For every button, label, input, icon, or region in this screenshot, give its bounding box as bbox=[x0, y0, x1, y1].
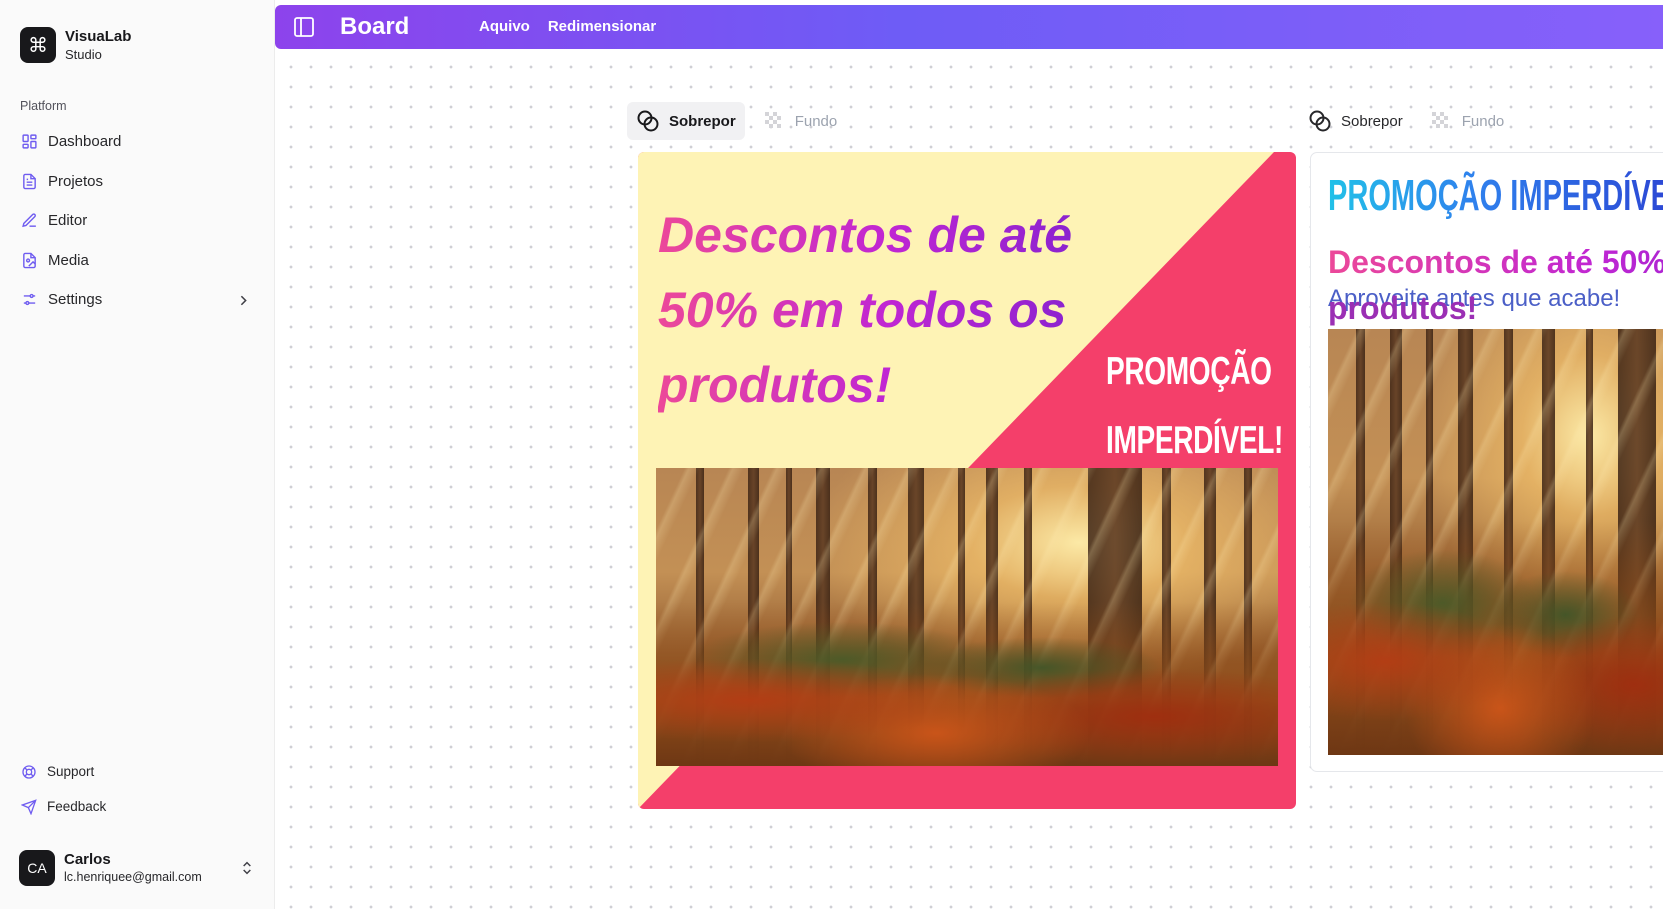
send-icon bbox=[21, 798, 37, 815]
sidebar-item-feedback[interactable]: Feedback bbox=[14, 789, 262, 824]
frame2-headline-line2[interactable]: produtos! bbox=[1328, 284, 1477, 332]
sidebar-item-label: Support bbox=[47, 764, 95, 779]
chevron-right-icon[interactable] bbox=[235, 292, 252, 309]
frame1-tabs: Sobrepor Fundo bbox=[627, 102, 846, 140]
sidebar-item-settings[interactable]: Settings bbox=[14, 280, 262, 320]
sidebar-footer-nav: Support Feedback bbox=[14, 754, 262, 824]
frame2-headline-line1[interactable]: Descontos de até 50% em todos os bbox=[1328, 238, 1663, 286]
board-canvas[interactable]: Sobrepor Fundo Descontos de até 50% em t… bbox=[275, 49, 1663, 909]
frame1-promo-text[interactable]: PROMOÇÃO IMPERDÍVEL! bbox=[1106, 337, 1283, 475]
header-menu: Aquivo Redimensionar bbox=[479, 18, 656, 35]
frame2-tabs: Sobrepor Fundo bbox=[1299, 102, 1513, 140]
sidebar-item-label: Media bbox=[48, 251, 89, 269]
user-email: lc.henriquee@gmail.com bbox=[64, 869, 202, 884]
overlay-circles-icon bbox=[637, 110, 659, 132]
brand-switcher[interactable]: ⌘ VisuaLab Studio bbox=[20, 27, 131, 63]
page-title: Board bbox=[340, 13, 410, 40]
grid-icon bbox=[22, 134, 37, 149]
forest-image[interactable] bbox=[1328, 329, 1663, 755]
sidebar-item-media[interactable]: Media bbox=[14, 241, 262, 281]
tab-label: Fundo bbox=[1461, 112, 1505, 130]
design-frame-1[interactable]: Descontos de até 50% em todos os produto… bbox=[638, 152, 1296, 809]
sidebar-toggle-icon[interactable] bbox=[292, 15, 316, 39]
frame2-promo-title[interactable]: PROMOÇÃO IMPERDÍVEL! bbox=[1328, 169, 1663, 223]
command-logo-icon: ⌘ bbox=[20, 27, 56, 63]
menu-redimensionar[interactable]: Redimensionar bbox=[548, 18, 656, 35]
pen-icon bbox=[22, 213, 36, 228]
tab-label: Fundo bbox=[794, 112, 838, 130]
frame1-headline[interactable]: Descontos de até 50% em todos os produto… bbox=[658, 198, 1118, 423]
tab-sobrepor[interactable]: Sobrepor bbox=[627, 102, 745, 140]
tab-label: Sobrepor bbox=[1341, 112, 1403, 130]
overlay-circles-icon bbox=[1309, 110, 1331, 132]
tab-fundo[interactable]: Fundo bbox=[753, 102, 847, 140]
brand-name: VisuaLab bbox=[65, 28, 132, 45]
nav-group-label: Platform bbox=[20, 99, 67, 113]
lifebuoy-icon bbox=[22, 764, 36, 779]
top-header: Board Aquivo Redimensionar bbox=[275, 5, 1663, 49]
avatar: CA bbox=[19, 850, 55, 886]
tab-label: Sobrepor bbox=[669, 112, 736, 130]
file-icon bbox=[23, 173, 36, 190]
chevrons-up-down-icon[interactable] bbox=[239, 860, 255, 876]
tab-sobrepor[interactable]: Sobrepor bbox=[1299, 102, 1412, 140]
sidebar-nav: Dashboard Projetos Editor Media Settings bbox=[14, 122, 262, 320]
sidebar-item-dashboard[interactable]: Dashboard bbox=[14, 122, 262, 162]
sidebar: ⌘ VisuaLab Studio Platform Dashboard Pro… bbox=[0, 0, 275, 909]
image-file-icon bbox=[23, 252, 36, 269]
sidebar-item-projetos[interactable]: Projetos bbox=[14, 162, 262, 202]
checkerboard-icon bbox=[1431, 112, 1448, 128]
menu-aquivo[interactable]: Aquivo bbox=[479, 18, 530, 35]
design-frame-2[interactable]: PROMOÇÃO IMPERDÍVEL! Descontos de até 50… bbox=[1310, 152, 1663, 772]
sidebar-item-label: Dashboard bbox=[48, 133, 122, 151]
sidebar-item-label: Feedback bbox=[47, 799, 107, 814]
sliders-icon bbox=[23, 294, 36, 306]
sidebar-item-label: Projetos bbox=[48, 172, 104, 190]
sidebar-item-label: Settings bbox=[48, 291, 103, 309]
sidebar-item-support[interactable]: Support bbox=[14, 754, 262, 789]
sidebar-item-editor[interactable]: Editor bbox=[14, 201, 262, 241]
tab-fundo[interactable]: Fundo bbox=[1420, 102, 1514, 140]
forest-image[interactable] bbox=[656, 468, 1278, 766]
sidebar-item-label: Editor bbox=[48, 212, 88, 230]
brand-subtitle: Studio bbox=[65, 47, 102, 62]
checkerboard-icon bbox=[764, 112, 781, 128]
user-menu[interactable]: CA Carlos lc.henriquee@gmail.com bbox=[19, 848, 255, 888]
user-name: Carlos bbox=[64, 850, 111, 868]
